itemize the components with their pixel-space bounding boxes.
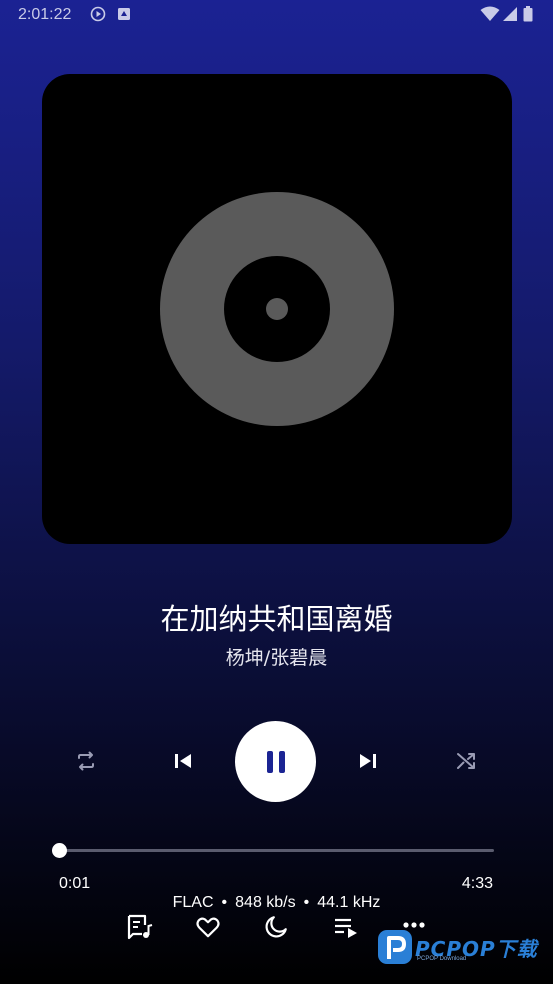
repeat-icon <box>78 751 94 771</box>
audio-info: FLAC • 848 kb/s • 44.1 kHz <box>0 894 553 912</box>
repeat-button[interactable] <box>71 746 101 776</box>
pcpop-logo-icon <box>378 930 412 964</box>
song-title: 在加纳共和国离婚 <box>160 602 393 636</box>
status-time: 2:01:22 <box>18 6 72 23</box>
disc-icon <box>160 192 394 426</box>
previous-button[interactable] <box>168 746 198 776</box>
time-elapsed: 0:01 <box>59 875 91 892</box>
sleep-timer-button[interactable] <box>262 913 290 941</box>
favorite-icon <box>196 917 220 938</box>
separator-dot: • <box>221 894 228 911</box>
artist-name[interactable]: 杨坤/张碧晨 <box>0 643 553 670</box>
pause-icon <box>266 750 285 773</box>
time-total: 4:33 <box>461 875 493 892</box>
shuffle-icon <box>457 753 475 769</box>
seek-bar[interactable] <box>59 849 494 852</box>
seek-thumb[interactable] <box>52 843 67 858</box>
previous-icon <box>175 754 191 768</box>
queue-icon <box>335 918 357 938</box>
watermark-subtext: PCPOP Download <box>417 956 467 962</box>
audio-bitrate: 848 kb/s <box>235 894 296 911</box>
separator-dot: • <box>303 894 310 911</box>
pause-button[interactable] <box>235 721 316 802</box>
audio-format: FLAC <box>172 894 214 911</box>
android-icon <box>117 6 133 22</box>
next-button[interactable] <box>353 746 383 776</box>
shuffle-button[interactable] <box>451 746 481 776</box>
play-circle-icon <box>90 6 106 22</box>
signal-icon <box>502 6 518 22</box>
queue-button[interactable] <box>332 913 360 941</box>
favorite-button[interactable] <box>194 913 222 941</box>
lyrics-button[interactable] <box>126 913 154 941</box>
watermark-logo: PCPOP下载 PCPOP Download <box>377 927 547 971</box>
status-bar: 2:01:22 <box>0 0 553 30</box>
battery-icon <box>523 6 535 22</box>
next-icon <box>360 754 376 768</box>
album-art <box>42 74 512 544</box>
audio-sample-rate: 44.1 kHz <box>317 894 381 911</box>
wifi-icon <box>480 6 500 22</box>
sleep-timer-icon <box>265 916 287 938</box>
lyrics-icon <box>127 914 153 940</box>
